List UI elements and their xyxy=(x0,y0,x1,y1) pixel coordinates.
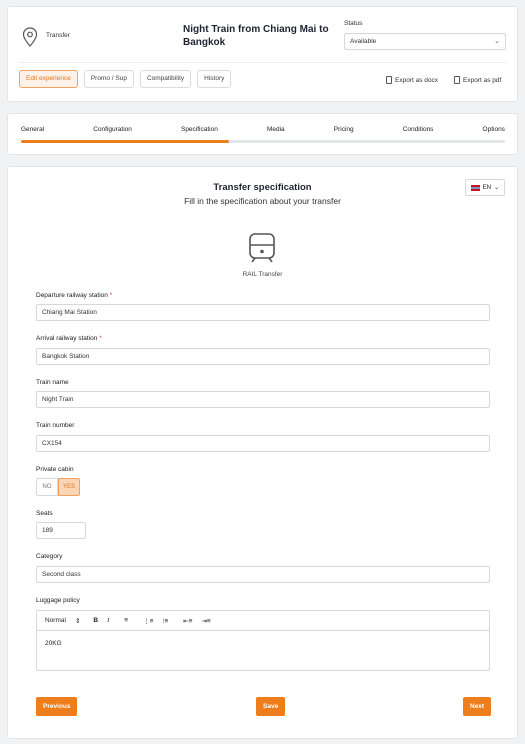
arrival-label: Arrival railway station * xyxy=(36,335,102,342)
tab-edit-experience[interactable]: Edit experience xyxy=(19,70,78,88)
step-labels: General Configuration Specification Medi… xyxy=(21,126,505,133)
document-icon xyxy=(454,76,460,84)
bullet-list-icon[interactable]: ⁝≡ xyxy=(162,617,168,625)
previous-button[interactable]: Previous xyxy=(36,697,78,716)
step-pricing[interactable]: Pricing xyxy=(334,126,354,133)
step-navigation: General Configuration Specification Medi… xyxy=(7,113,518,155)
map-pin-icon xyxy=(22,27,38,47)
seats-label: Seats xyxy=(36,510,53,517)
page-title: Night Train from Chiang Mai to Bangkok xyxy=(183,24,329,48)
next-button[interactable]: Next xyxy=(463,697,492,716)
form-title: Transfer specification xyxy=(213,182,312,193)
arrival-station-input[interactable]: Bangkok Station xyxy=(36,348,490,365)
required-mark: * xyxy=(109,292,113,299)
train-name-input[interactable]: Night Train xyxy=(36,391,490,408)
indent-icon[interactable]: ⇥≡ xyxy=(201,617,210,625)
luggage-policy-editor: Normal ⇕ B I ≡ ⋮≡ ⁝≡ ⇤≡ ⇥≡ 20KG xyxy=(36,610,490,671)
document-icon xyxy=(386,76,392,84)
seats-input[interactable]: 189 xyxy=(36,522,86,539)
specification-form: EN ⌄ Transfer specification Fill in the … xyxy=(7,166,518,739)
luggage-policy-label: Luggage policy xyxy=(36,597,80,604)
status-select[interactable]: Available ⌄ xyxy=(344,33,506,50)
tab-compatibility[interactable]: Compatibility xyxy=(139,70,192,88)
private-cabin-toggle: NO YES xyxy=(36,478,80,496)
export-docx-button[interactable]: Export as docx xyxy=(386,76,438,84)
status-value: Available xyxy=(350,38,377,45)
transfer-type-caption: RAIL Transfer xyxy=(242,271,283,278)
train-number-label: Train number xyxy=(36,422,75,429)
chevron-down-icon: ⌄ xyxy=(494,38,500,45)
category-label: Category xyxy=(36,553,63,560)
tab-promo-sup[interactable]: Promo / Sup xyxy=(83,70,134,88)
step-conditions[interactable]: Conditions xyxy=(403,126,434,133)
experience-header: Transfer Night Train from Chiang Mai to … xyxy=(7,6,518,102)
status-label: Status xyxy=(344,20,363,27)
updown-icon: ⇕ xyxy=(74,617,81,625)
export-docx-label: Export as docx xyxy=(395,76,438,84)
text-style-select[interactable]: Normal ⇕ xyxy=(45,617,80,625)
departure-label-text: Departure railway station xyxy=(36,292,108,299)
align-icon[interactable]: ≡ xyxy=(124,617,128,624)
step-media[interactable]: Media xyxy=(267,126,285,133)
step-general[interactable]: General xyxy=(21,126,44,133)
experience-tabs: Edit experience Promo / Sup Compatibilit… xyxy=(19,70,232,88)
experience-type: Transfer xyxy=(46,32,70,39)
private-cabin-yes-button[interactable]: YES xyxy=(58,478,80,496)
outdent-icon[interactable]: ⇤≡ xyxy=(183,617,192,625)
arrival-label-text: Arrival railway station xyxy=(36,335,98,342)
form-subtitle: Fill in the specification about your tra… xyxy=(184,196,341,206)
tab-history[interactable]: History xyxy=(197,70,232,88)
export-pdf-label: Export as pdf xyxy=(463,76,502,84)
italic-icon[interactable]: I xyxy=(107,617,109,624)
private-cabin-label: Private cabin xyxy=(36,466,74,473)
step-progress-bar xyxy=(21,140,505,143)
train-number-input[interactable]: CX154 xyxy=(36,435,490,452)
step-progress-fill xyxy=(21,140,230,143)
bold-icon[interactable]: B xyxy=(93,617,98,624)
editor-content[interactable]: 20KG xyxy=(37,631,489,656)
departure-label: Departure railway station * xyxy=(36,292,112,299)
train-name-label: Train name xyxy=(36,379,69,386)
save-button[interactable]: Save xyxy=(256,697,286,716)
step-options[interactable]: Options xyxy=(483,126,505,133)
step-configuration[interactable]: Configuration xyxy=(93,126,132,133)
private-cabin-no-button[interactable]: NO xyxy=(36,478,58,496)
train-icon xyxy=(249,233,275,263)
ordered-list-icon[interactable]: ⋮≡ xyxy=(143,617,153,625)
step-specification[interactable]: Specification xyxy=(181,126,218,133)
departure-station-input[interactable]: Chiang Mai Station xyxy=(36,304,490,321)
category-input[interactable]: Second class xyxy=(36,566,490,583)
text-style-value: Normal xyxy=(45,616,66,624)
editor-toolbar: Normal ⇕ B I ≡ ⋮≡ ⁝≡ ⇤≡ ⇥≡ xyxy=(37,611,489,631)
divider xyxy=(18,62,507,63)
export-pdf-button[interactable]: Export as pdf xyxy=(454,76,501,84)
required-mark: * xyxy=(99,335,102,342)
